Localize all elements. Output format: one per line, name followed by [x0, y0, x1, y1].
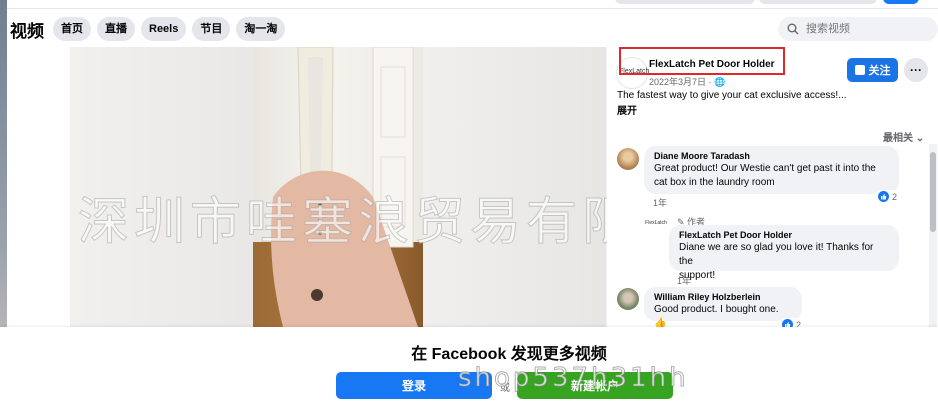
tab-reels[interactable]: Reels — [141, 17, 187, 41]
partial-top-button[interactable] — [615, 0, 755, 4]
scrollbar-thumb[interactable] — [930, 152, 936, 232]
more-options-button[interactable]: ··· — [904, 58, 928, 82]
comment-sort-dropdown[interactable]: 最相关 ⌄ — [883, 129, 924, 144]
video-header: 视频 首页 直播 Reels 节目 淘一淘 — [7, 9, 938, 47]
search-input[interactable] — [804, 22, 928, 36]
post-date: 2022年3月7日 · 🌐 — [649, 77, 726, 87]
partial-top-button[interactable] — [759, 0, 877, 4]
comment-author[interactable]: FlexLatch Pet Door Holder — [679, 229, 889, 241]
post-description: The fastest way to give your cat exclusi… — [617, 90, 847, 101]
comments-scrollbar[interactable] — [929, 144, 937, 327]
comment-time[interactable]: 1年 — [653, 196, 667, 209]
comment-bubble: Diane Moore Taradash Great product! Our … — [644, 146, 899, 194]
reply-avatar[interactable]: FlexLatch — [645, 214, 667, 232]
follow-page-icon — [854, 65, 865, 75]
login-prompt-panel: 在 Facebook 发现更多视频 登录 或 新建帐户 shop537h31hh — [0, 327, 938, 415]
login-prompt-heading: 在 Facebook 发现更多视频 — [411, 346, 607, 363]
reply-bubble: FlexLatch Pet Door Holder Diane we are s… — [669, 225, 899, 281]
tab-shows[interactable]: 节目 — [192, 17, 231, 41]
comment-author[interactable]: William Riley Holzberlein — [654, 291, 792, 303]
comment-avatar[interactable] — [617, 148, 639, 170]
comment-text-line: Great product! Our Westie can't get past… — [654, 163, 876, 174]
comment-text-line: cat box in the laundry room — [654, 177, 775, 188]
search-icon — [787, 23, 799, 35]
watermark-shop-id: shop537h31hh — [458, 363, 689, 394]
follow-button[interactable]: 关注 — [847, 58, 898, 82]
tab-explore[interactable]: 淘一淘 — [236, 17, 286, 41]
page-title: 视频 — [10, 22, 44, 41]
comment-bubble: William Riley Holzberlein Good product. … — [644, 287, 802, 329]
reaction-count[interactable]: 2 — [875, 190, 901, 203]
post-sidebar: FlexLatch FlexLatch Pet Door Holder 2022… — [607, 47, 938, 331]
globe-icon: 🌐 — [714, 77, 726, 87]
like-icon — [878, 191, 889, 202]
comment-text-line: Diane we are so glad you love it! Thanks… — [679, 242, 874, 267]
top-strip — [7, 0, 938, 9]
tab-home[interactable]: 首页 — [53, 17, 91, 41]
expand-link[interactable]: 展开 — [617, 102, 637, 117]
chevron-down-icon: ⌄ — [915, 133, 925, 144]
comment-time[interactable]: 1年 — [677, 274, 691, 287]
video-tabs: 首页 直播 Reels 节目 淘一淘 — [53, 17, 286, 41]
comment-author[interactable]: Diane Moore Taradash — [654, 150, 889, 162]
partial-top-login-button[interactable] — [883, 0, 919, 4]
tab-live[interactable]: 直播 — [97, 17, 135, 41]
comment-avatar[interactable] — [617, 288, 639, 310]
video-left-margin — [7, 47, 70, 327]
highlight-box — [619, 47, 785, 75]
comment-text-line: support! — [679, 270, 716, 281]
video-search[interactable] — [778, 17, 938, 41]
